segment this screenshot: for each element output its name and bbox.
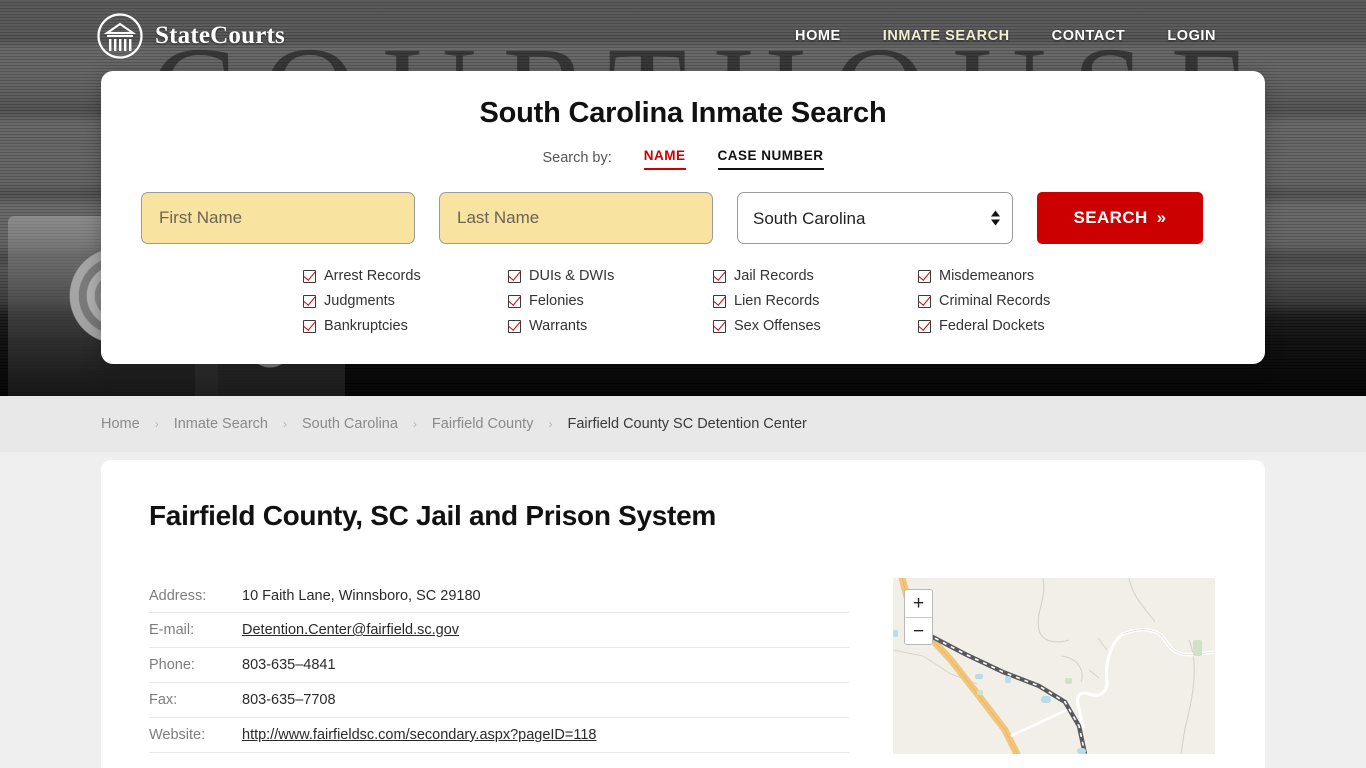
checkbox-label: Jail Records xyxy=(734,268,814,284)
chevron-right-icon: › xyxy=(283,417,287,431)
search-by-label: Search by: xyxy=(542,150,612,166)
checkbox-duis-dwis[interactable]: DUIs & DWIs xyxy=(508,268,713,284)
checked-box-icon xyxy=(508,294,521,308)
chevron-right-icon: › xyxy=(412,417,417,431)
facility-details-table: Address: 10 Faith Lane, Winnsboro, SC 29… xyxy=(149,578,849,754)
checked-box-icon xyxy=(303,319,316,333)
checkbox-label: DUIs & DWIs xyxy=(529,268,615,284)
checked-box-icon xyxy=(303,294,316,308)
breadcrumb-item-home[interactable]: Home xyxy=(101,416,140,432)
map-tiles xyxy=(893,578,1215,754)
nav-item-inmate-search[interactable]: INMATE SEARCH xyxy=(883,28,1010,44)
checkbox-lien-records[interactable]: Lien Records xyxy=(713,293,918,309)
table-row: Website: http://www.fairfieldsc.com/seco… xyxy=(149,718,849,753)
checked-box-icon xyxy=(713,294,726,308)
checkbox-label: Federal Dockets xyxy=(939,318,1045,334)
checkbox-bankruptcies[interactable]: Bankruptcies xyxy=(303,318,508,334)
checkbox-misdemeanors[interactable]: Misdemeanors xyxy=(918,268,1123,284)
checkbox-sex-offenses[interactable]: Sex Offenses xyxy=(713,318,918,334)
checked-box-icon xyxy=(508,269,521,283)
nav-item-home[interactable]: HOME xyxy=(795,28,841,44)
chevron-right-icon: › xyxy=(548,417,553,431)
hero-banner: COURTHOUSE StateCourts HOME INMATE SEARC… xyxy=(0,0,1366,396)
map-zoom-in-button[interactable]: + xyxy=(905,590,932,617)
location-map[interactable]: + − xyxy=(893,578,1215,754)
detail-value-fax: 803-635–7708 xyxy=(242,692,336,708)
checkbox-federal-dockets[interactable]: Federal Dockets xyxy=(918,318,1123,334)
breadcrumb-item-inmate-search[interactable]: Inmate Search xyxy=(174,416,268,432)
checkbox-label: Lien Records xyxy=(734,293,820,309)
table-row: Fax: 803-635–7708 xyxy=(149,683,849,718)
checkbox-arrest-records[interactable]: Arrest Records xyxy=(303,268,508,284)
checkbox-label: Sex Offenses xyxy=(734,318,821,334)
state-select-wrapper: South Carolina xyxy=(737,192,1013,244)
website-link[interactable]: http://www.fairfieldsc.com/secondary.asp… xyxy=(242,727,597,743)
detail-value-email: Detention.Center@fairfield.sc.gov xyxy=(242,622,459,638)
checkbox-label: Arrest Records xyxy=(324,268,421,284)
search-card-title: South Carolina Inmate Search xyxy=(479,97,887,129)
checkbox-warrants[interactable]: Warrants xyxy=(508,318,713,334)
checkbox-label: Bankruptcies xyxy=(324,318,408,334)
main-nav: HOME INMATE SEARCH CONTACT LOGIN xyxy=(795,28,1216,44)
facility-body: Address: 10 Faith Lane, Winnsboro, SC 29… xyxy=(149,578,1217,754)
record-type-checkbox-grid: Arrest Records DUIs & DWIs Jail Records … xyxy=(141,268,1225,334)
page-title: Fairfield County, SC Jail and Prison Sys… xyxy=(149,500,716,531)
detail-label-email: E-mail: xyxy=(149,622,195,638)
table-row: E-mail: Detention.Center@fairfield.sc.go… xyxy=(149,613,849,648)
detail-label-website: Website: xyxy=(149,727,206,743)
last-name-input[interactable] xyxy=(439,192,713,244)
facility-content-card: Fairfield County, SC Jail and Prison Sys… xyxy=(101,460,1265,768)
detail-label-address: Address: xyxy=(149,587,207,604)
checked-box-icon xyxy=(713,269,726,283)
checkbox-judgments[interactable]: Judgments xyxy=(303,293,508,309)
checked-box-icon xyxy=(918,294,931,308)
table-row: Address: 10 Faith Lane, Winnsboro, SC 29… xyxy=(149,578,849,613)
checked-box-icon xyxy=(918,269,931,283)
detail-value-phone: 803-635–4841 xyxy=(242,657,336,673)
brand-name: StateCourts xyxy=(155,22,285,49)
courthouse-circle-icon xyxy=(97,13,143,59)
map-zoom-out-button[interactable]: − xyxy=(905,617,932,644)
checkbox-label: Criminal Records xyxy=(939,293,1051,309)
brand-logo[interactable]: StateCourts xyxy=(96,12,285,60)
nav-item-contact[interactable]: CONTACT xyxy=(1052,28,1126,44)
checkbox-jail-records[interactable]: Jail Records xyxy=(713,268,918,284)
table-row: Phone: 803-635–4841 xyxy=(149,648,849,683)
breadcrumb-item-current: Fairfield County SC Detention Center xyxy=(567,416,807,432)
detail-value-website: http://www.fairfieldsc.com/secondary.asp… xyxy=(242,727,597,743)
checked-box-icon xyxy=(508,319,521,333)
breadcrumb-bar: Home › Inmate Search › South Carolina › … xyxy=(0,396,1366,452)
tab-search-by-case-number[interactable]: CASE NUMBER xyxy=(717,148,824,170)
checkbox-label: Misdemeanors xyxy=(939,268,1035,284)
search-button-label: SEARCH xyxy=(1073,208,1148,227)
checkbox-label: Judgments xyxy=(324,293,395,309)
checkbox-label: Felonies xyxy=(529,293,584,309)
checked-box-icon xyxy=(303,269,316,283)
tab-search-by-name[interactable]: NAME xyxy=(643,148,686,170)
first-name-input[interactable] xyxy=(141,192,415,244)
detail-label-phone: Phone: xyxy=(149,657,195,673)
inmate-search-card: South Carolina Inmate Search Search by: … xyxy=(101,71,1265,364)
checked-box-icon xyxy=(713,319,726,333)
email-link[interactable]: Detention.Center@fairfield.sc.gov xyxy=(242,622,459,638)
chevron-right-icon: › xyxy=(154,417,159,431)
search-by-tabs: Search by: NAME CASE NUMBER xyxy=(141,148,1225,170)
map-zoom-controls: + − xyxy=(904,589,933,645)
top-navigation-bar: StateCourts HOME INMATE SEARCH CONTACT L… xyxy=(0,0,1366,72)
nav-item-login[interactable]: LOGIN xyxy=(1167,28,1216,44)
checkbox-criminal-records[interactable]: Criminal Records xyxy=(918,293,1123,309)
search-button[interactable]: SEARCH » xyxy=(1037,192,1203,244)
double-chevron-right-icon: » xyxy=(1156,208,1167,227)
detail-label-fax: Fax: xyxy=(149,692,178,708)
search-form: South Carolina SEARCH » xyxy=(141,192,1225,244)
checked-box-icon xyxy=(918,319,931,333)
breadcrumb-item-fairfield-county[interactable]: Fairfield County xyxy=(432,416,534,432)
checkbox-label: Warrants xyxy=(529,318,588,334)
detail-value-address: 10 Faith Lane, Winnsboro, SC 29180 xyxy=(242,587,481,604)
checkbox-felonies[interactable]: Felonies xyxy=(508,293,713,309)
breadcrumb-item-south-carolina[interactable]: South Carolina xyxy=(302,416,398,432)
state-select[interactable]: South Carolina xyxy=(737,192,1013,244)
breadcrumb: Home › Inmate Search › South Carolina › … xyxy=(101,416,807,432)
